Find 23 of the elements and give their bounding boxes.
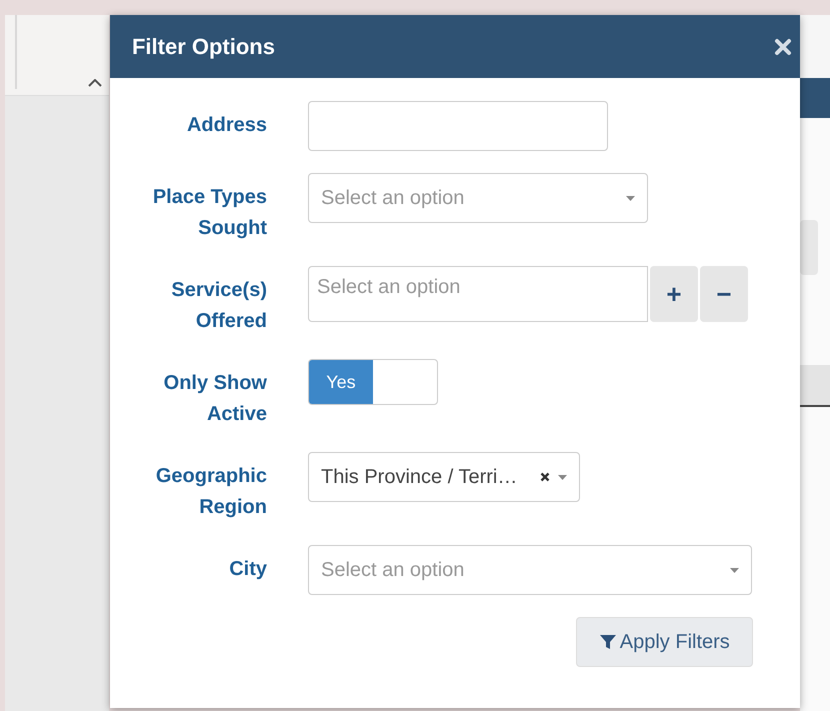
field-label: City bbox=[228, 557, 267, 582]
field-label: Address bbox=[186, 113, 267, 138]
close-icon[interactable] bbox=[774, 38, 792, 56]
remove-button[interactable]: − bbox=[700, 266, 748, 322]
caret-up-icon[interactable] bbox=[88, 79, 102, 87]
input-field[interactable] bbox=[308, 101, 608, 151]
toggle-switch[interactable]: Yes bbox=[308, 359, 438, 405]
add-button[interactable]: + bbox=[650, 266, 698, 322]
apply-filters-button[interactable]: Apply Filters bbox=[576, 617, 754, 667]
field-label: Geographic Region bbox=[154, 464, 267, 520]
dropdown-arrow-icon bbox=[730, 568, 739, 572]
field-label: Place Types Sought bbox=[152, 185, 267, 241]
multi-select-field[interactable]: Select an option bbox=[308, 266, 648, 322]
field-label: Service(s) Offered bbox=[170, 278, 267, 334]
clear-icon[interactable] bbox=[540, 472, 550, 482]
select-field[interactable]: Select an option bbox=[308, 545, 752, 595]
select-field[interactable]: Select an option bbox=[308, 173, 648, 223]
select-field[interactable]: This Province / Terri… bbox=[308, 452, 580, 502]
field-label: Only Show Active bbox=[162, 371, 267, 427]
dialog-title: Filter Options bbox=[132, 34, 275, 60]
filter-icon bbox=[600, 634, 616, 650]
dropdown-arrow-icon bbox=[626, 196, 635, 200]
dropdown-arrow-icon bbox=[558, 474, 567, 480]
